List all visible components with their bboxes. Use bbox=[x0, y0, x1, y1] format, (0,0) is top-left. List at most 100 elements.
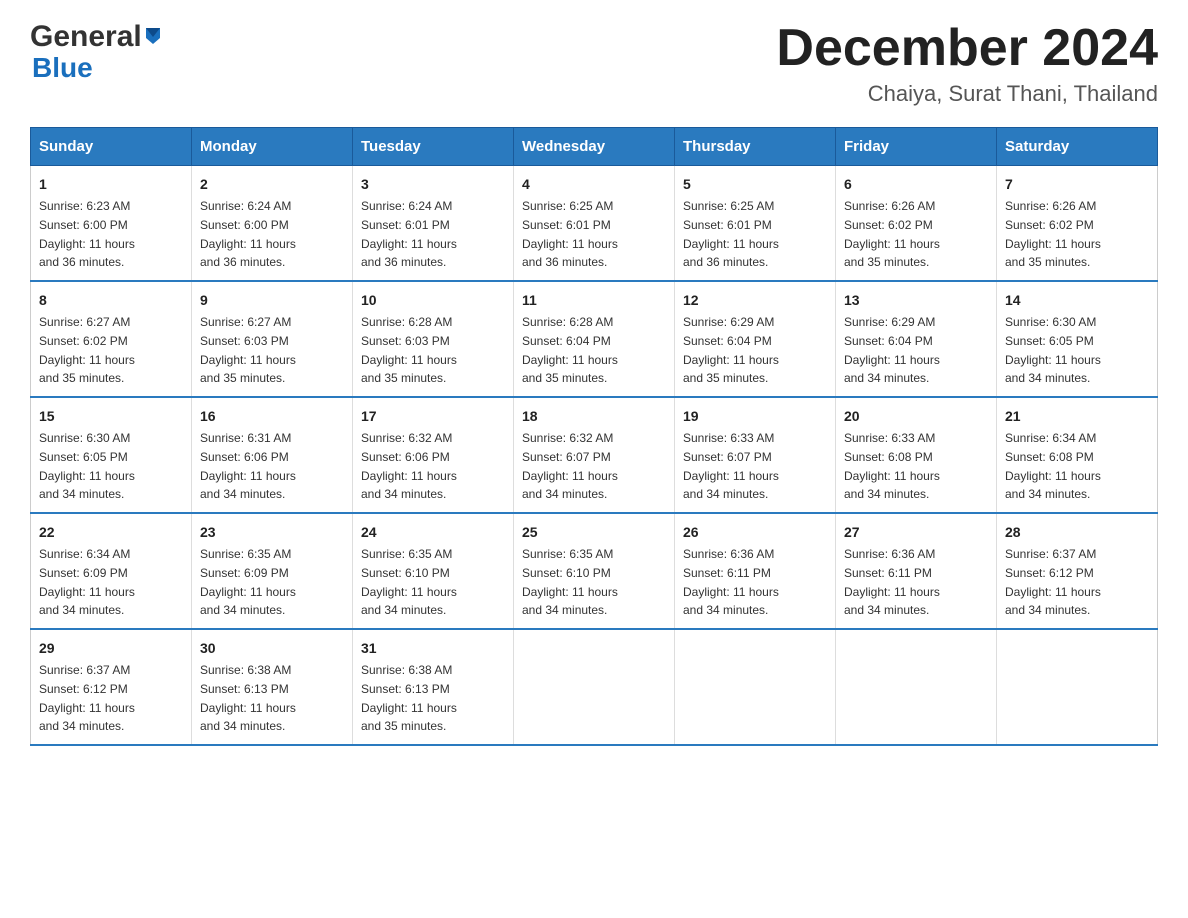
calendar-week-row: 22 Sunrise: 6:34 AMSunset: 6:09 PMDaylig… bbox=[31, 513, 1158, 629]
table-row: 8 Sunrise: 6:27 AMSunset: 6:02 PMDayligh… bbox=[31, 281, 192, 397]
day-info: Sunrise: 6:30 AMSunset: 6:05 PMDaylight:… bbox=[1005, 315, 1101, 385]
header-saturday: Saturday bbox=[997, 128, 1158, 166]
table-row: 29 Sunrise: 6:37 AMSunset: 6:12 PMDaylig… bbox=[31, 629, 192, 745]
day-info: Sunrise: 6:34 AMSunset: 6:09 PMDaylight:… bbox=[39, 547, 135, 617]
day-number: 16 bbox=[200, 406, 344, 427]
day-info: Sunrise: 6:38 AMSunset: 6:13 PMDaylight:… bbox=[200, 663, 296, 733]
header-friday: Friday bbox=[836, 128, 997, 166]
table-row: 11 Sunrise: 6:28 AMSunset: 6:04 PMDaylig… bbox=[514, 281, 675, 397]
day-info: Sunrise: 6:34 AMSunset: 6:08 PMDaylight:… bbox=[1005, 431, 1101, 501]
day-info: Sunrise: 6:33 AMSunset: 6:08 PMDaylight:… bbox=[844, 431, 940, 501]
day-number: 15 bbox=[39, 406, 183, 427]
table-row: 4 Sunrise: 6:25 AMSunset: 6:01 PMDayligh… bbox=[514, 166, 675, 282]
day-number: 18 bbox=[522, 406, 666, 427]
table-row: 17 Sunrise: 6:32 AMSunset: 6:06 PMDaylig… bbox=[353, 397, 514, 513]
table-row: 12 Sunrise: 6:29 AMSunset: 6:04 PMDaylig… bbox=[675, 281, 836, 397]
day-number: 23 bbox=[200, 522, 344, 543]
day-info: Sunrise: 6:28 AMSunset: 6:04 PMDaylight:… bbox=[522, 315, 618, 385]
day-number: 28 bbox=[1005, 522, 1149, 543]
location-subtitle: Chaiya, Surat Thani, Thailand bbox=[776, 81, 1158, 107]
table-row bbox=[675, 629, 836, 745]
table-row: 30 Sunrise: 6:38 AMSunset: 6:13 PMDaylig… bbox=[192, 629, 353, 745]
title-area: December 2024 Chaiya, Surat Thani, Thail… bbox=[776, 20, 1158, 107]
table-row: 21 Sunrise: 6:34 AMSunset: 6:08 PMDaylig… bbox=[997, 397, 1158, 513]
header-thursday: Thursday bbox=[675, 128, 836, 166]
calendar-week-row: 1 Sunrise: 6:23 AMSunset: 6:00 PMDayligh… bbox=[31, 166, 1158, 282]
calendar-week-row: 15 Sunrise: 6:30 AMSunset: 6:05 PMDaylig… bbox=[31, 397, 1158, 513]
day-info: Sunrise: 6:30 AMSunset: 6:05 PMDaylight:… bbox=[39, 431, 135, 501]
day-number: 27 bbox=[844, 522, 988, 543]
table-row: 16 Sunrise: 6:31 AMSunset: 6:06 PMDaylig… bbox=[192, 397, 353, 513]
day-info: Sunrise: 6:35 AMSunset: 6:10 PMDaylight:… bbox=[522, 547, 618, 617]
day-info: Sunrise: 6:35 AMSunset: 6:10 PMDaylight:… bbox=[361, 547, 457, 617]
day-info: Sunrise: 6:28 AMSunset: 6:03 PMDaylight:… bbox=[361, 315, 457, 385]
day-number: 3 bbox=[361, 174, 505, 195]
table-row: 15 Sunrise: 6:30 AMSunset: 6:05 PMDaylig… bbox=[31, 397, 192, 513]
table-row: 3 Sunrise: 6:24 AMSunset: 6:01 PMDayligh… bbox=[353, 166, 514, 282]
header-wednesday: Wednesday bbox=[514, 128, 675, 166]
day-number: 22 bbox=[39, 522, 183, 543]
day-info: Sunrise: 6:27 AMSunset: 6:03 PMDaylight:… bbox=[200, 315, 296, 385]
day-info: Sunrise: 6:32 AMSunset: 6:06 PMDaylight:… bbox=[361, 431, 457, 501]
table-row: 10 Sunrise: 6:28 AMSunset: 6:03 PMDaylig… bbox=[353, 281, 514, 397]
day-number: 10 bbox=[361, 290, 505, 311]
day-info: Sunrise: 6:25 AMSunset: 6:01 PMDaylight:… bbox=[522, 199, 618, 269]
day-number: 25 bbox=[522, 522, 666, 543]
table-row: 18 Sunrise: 6:32 AMSunset: 6:07 PMDaylig… bbox=[514, 397, 675, 513]
day-info: Sunrise: 6:24 AMSunset: 6:01 PMDaylight:… bbox=[361, 199, 457, 269]
day-number: 4 bbox=[522, 174, 666, 195]
day-info: Sunrise: 6:33 AMSunset: 6:07 PMDaylight:… bbox=[683, 431, 779, 501]
table-row: 14 Sunrise: 6:30 AMSunset: 6:05 PMDaylig… bbox=[997, 281, 1158, 397]
day-info: Sunrise: 6:25 AMSunset: 6:01 PMDaylight:… bbox=[683, 199, 779, 269]
logo-general-text: General bbox=[30, 20, 142, 54]
header-monday: Monday bbox=[192, 128, 353, 166]
table-row bbox=[836, 629, 997, 745]
day-info: Sunrise: 6:38 AMSunset: 6:13 PMDaylight:… bbox=[361, 663, 457, 733]
day-number: 7 bbox=[1005, 174, 1149, 195]
logo-arrow-icon bbox=[142, 24, 164, 51]
day-number: 2 bbox=[200, 174, 344, 195]
day-number: 12 bbox=[683, 290, 827, 311]
day-info: Sunrise: 6:36 AMSunset: 6:11 PMDaylight:… bbox=[683, 547, 779, 617]
calendar-table: Sunday Monday Tuesday Wednesday Thursday… bbox=[30, 127, 1158, 746]
table-row: 31 Sunrise: 6:38 AMSunset: 6:13 PMDaylig… bbox=[353, 629, 514, 745]
table-row: 1 Sunrise: 6:23 AMSunset: 6:00 PMDayligh… bbox=[31, 166, 192, 282]
logo-blue-text: Blue bbox=[30, 52, 93, 84]
day-info: Sunrise: 6:36 AMSunset: 6:11 PMDaylight:… bbox=[844, 547, 940, 617]
day-number: 5 bbox=[683, 174, 827, 195]
table-row bbox=[514, 629, 675, 745]
table-row: 9 Sunrise: 6:27 AMSunset: 6:03 PMDayligh… bbox=[192, 281, 353, 397]
day-info: Sunrise: 6:23 AMSunset: 6:00 PMDaylight:… bbox=[39, 199, 135, 269]
logo: General Blue bbox=[30, 20, 164, 84]
day-info: Sunrise: 6:29 AMSunset: 6:04 PMDaylight:… bbox=[844, 315, 940, 385]
table-row: 23 Sunrise: 6:35 AMSunset: 6:09 PMDaylig… bbox=[192, 513, 353, 629]
table-row: 27 Sunrise: 6:36 AMSunset: 6:11 PMDaylig… bbox=[836, 513, 997, 629]
day-number: 26 bbox=[683, 522, 827, 543]
day-info: Sunrise: 6:27 AMSunset: 6:02 PMDaylight:… bbox=[39, 315, 135, 385]
day-info: Sunrise: 6:35 AMSunset: 6:09 PMDaylight:… bbox=[200, 547, 296, 617]
table-row: 13 Sunrise: 6:29 AMSunset: 6:04 PMDaylig… bbox=[836, 281, 997, 397]
table-row: 26 Sunrise: 6:36 AMSunset: 6:11 PMDaylig… bbox=[675, 513, 836, 629]
day-number: 31 bbox=[361, 638, 505, 659]
table-row: 25 Sunrise: 6:35 AMSunset: 6:10 PMDaylig… bbox=[514, 513, 675, 629]
day-info: Sunrise: 6:37 AMSunset: 6:12 PMDaylight:… bbox=[1005, 547, 1101, 617]
days-header-row: Sunday Monday Tuesday Wednesday Thursday… bbox=[31, 128, 1158, 166]
day-info: Sunrise: 6:26 AMSunset: 6:02 PMDaylight:… bbox=[844, 199, 940, 269]
day-number: 13 bbox=[844, 290, 988, 311]
table-row: 24 Sunrise: 6:35 AMSunset: 6:10 PMDaylig… bbox=[353, 513, 514, 629]
day-info: Sunrise: 6:31 AMSunset: 6:06 PMDaylight:… bbox=[200, 431, 296, 501]
table-row bbox=[997, 629, 1158, 745]
day-number: 11 bbox=[522, 290, 666, 311]
table-row: 20 Sunrise: 6:33 AMSunset: 6:08 PMDaylig… bbox=[836, 397, 997, 513]
day-number: 24 bbox=[361, 522, 505, 543]
day-info: Sunrise: 6:29 AMSunset: 6:04 PMDaylight:… bbox=[683, 315, 779, 385]
calendar-week-row: 8 Sunrise: 6:27 AMSunset: 6:02 PMDayligh… bbox=[31, 281, 1158, 397]
day-number: 1 bbox=[39, 174, 183, 195]
table-row: 28 Sunrise: 6:37 AMSunset: 6:12 PMDaylig… bbox=[997, 513, 1158, 629]
day-info: Sunrise: 6:24 AMSunset: 6:00 PMDaylight:… bbox=[200, 199, 296, 269]
day-number: 30 bbox=[200, 638, 344, 659]
table-row: 5 Sunrise: 6:25 AMSunset: 6:01 PMDayligh… bbox=[675, 166, 836, 282]
table-row: 22 Sunrise: 6:34 AMSunset: 6:09 PMDaylig… bbox=[31, 513, 192, 629]
day-number: 20 bbox=[844, 406, 988, 427]
day-number: 6 bbox=[844, 174, 988, 195]
